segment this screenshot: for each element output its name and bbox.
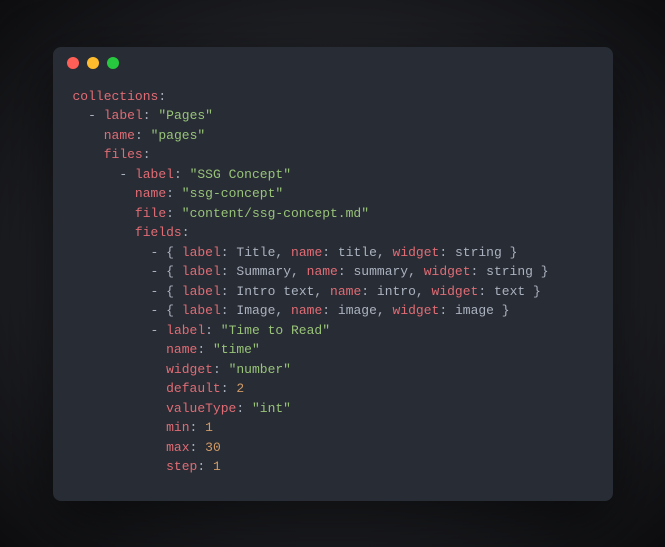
- yaml-key: min: [166, 420, 189, 435]
- yaml-string: "SSG Concept": [190, 167, 291, 182]
- yaml-key: collections: [73, 89, 159, 104]
- yaml-key: label: [135, 167, 174, 182]
- yaml-value: image: [338, 303, 377, 318]
- yaml-key: name: [104, 128, 135, 143]
- yaml-string: "Time to Read": [221, 323, 330, 338]
- yaml-value: image: [455, 303, 494, 318]
- yaml-string: "pages": [151, 128, 206, 143]
- yaml-key: label: [182, 245, 221, 260]
- yaml-value: intro: [377, 284, 416, 299]
- yaml-number: 30: [205, 440, 221, 455]
- yaml-key: step: [166, 459, 197, 474]
- yaml-key: label: [104, 108, 143, 123]
- yaml-key: widget: [432, 284, 479, 299]
- yaml-key: files: [104, 147, 143, 162]
- window-titlebar: [53, 47, 613, 79]
- yaml-string: "number": [229, 362, 291, 377]
- yaml-value: Summary: [236, 264, 291, 279]
- yaml-key: valueType: [166, 401, 236, 416]
- yaml-value: Title: [236, 245, 275, 260]
- yaml-number: 1: [213, 459, 221, 474]
- maximize-icon[interactable]: [107, 57, 119, 69]
- yaml-value: Intro text: [236, 284, 314, 299]
- yaml-value: text: [494, 284, 525, 299]
- yaml-string: "content/ssg-concept.md": [182, 206, 369, 221]
- yaml-string: "Pages": [158, 108, 213, 123]
- yaml-number: 1: [205, 420, 213, 435]
- yaml-key: max: [166, 440, 189, 455]
- yaml-key: fields: [135, 225, 182, 240]
- yaml-value: title: [338, 245, 377, 260]
- yaml-key: name: [291, 303, 322, 318]
- yaml-key: widget: [393, 245, 440, 260]
- yaml-key: name: [135, 186, 166, 201]
- yaml-key: label: [182, 303, 221, 318]
- yaml-key: widget: [166, 362, 213, 377]
- code-window: collections: - label: "Pages" name: "pag…: [53, 47, 613, 501]
- yaml-key: widget: [424, 264, 471, 279]
- yaml-key: label: [166, 323, 205, 338]
- yaml-key: widget: [393, 303, 440, 318]
- yaml-key: name: [307, 264, 338, 279]
- close-icon[interactable]: [67, 57, 79, 69]
- yaml-number: 2: [236, 381, 244, 396]
- yaml-string: "ssg-concept": [182, 186, 283, 201]
- yaml-value: Image: [236, 303, 275, 318]
- yaml-key: file: [135, 206, 166, 221]
- yaml-value: summary: [353, 264, 408, 279]
- yaml-string: "int": [252, 401, 291, 416]
- yaml-key: label: [182, 284, 221, 299]
- yaml-key: name: [166, 342, 197, 357]
- yaml-key: label: [182, 264, 221, 279]
- yaml-key: default: [166, 381, 221, 396]
- yaml-string: "time": [213, 342, 260, 357]
- yaml-value: string: [455, 245, 502, 260]
- code-block: collections: - label: "Pages" name: "pag…: [53, 79, 613, 501]
- yaml-value: string: [486, 264, 533, 279]
- yaml-key: name: [330, 284, 361, 299]
- yaml-key: name: [291, 245, 322, 260]
- minimize-icon[interactable]: [87, 57, 99, 69]
